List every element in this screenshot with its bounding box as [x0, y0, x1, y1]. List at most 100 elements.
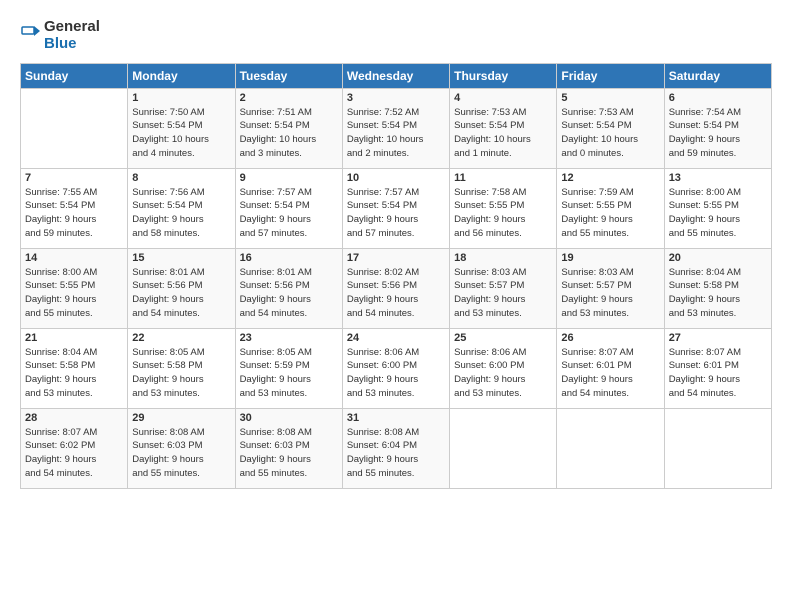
- sunrise-text: Sunrise: 7:53 AM: [561, 106, 659, 120]
- day-number: 4: [454, 92, 552, 104]
- sunrise-text: Sunrise: 8:03 AM: [561, 266, 659, 280]
- day-number: 28: [25, 412, 123, 424]
- sunset-text: Sunset: 5:59 PM: [240, 359, 338, 373]
- day-number: 18: [454, 252, 552, 264]
- logo-icon: [20, 24, 42, 46]
- calendar-cell: 6 Sunrise: 7:54 AMSunset: 5:54 PMDaylight…: [664, 88, 771, 168]
- calendar-cell: 8Sunrise: 7:56 AMSunset: 5:54 PMDaylight…: [128, 168, 235, 248]
- sunrise-text: Sunrise: 7:52 AM: [347, 106, 445, 120]
- cell-content: Sunrise: 8:07 AMSunset: 6:01 PMDaylight:…: [669, 346, 767, 401]
- calendar-cell: 12Sunrise: 7:59 AMSunset: 5:55 PMDayligh…: [557, 168, 664, 248]
- calendar-cell: 5Sunrise: 7:53 AMSunset: 5:54 PMDaylight…: [557, 88, 664, 168]
- cell-content: Sunrise: 8:00 AMSunset: 5:55 PMDaylight:…: [669, 186, 767, 241]
- cell-content: Sunrise: 8:05 AMSunset: 5:58 PMDaylight:…: [132, 346, 230, 401]
- day-number: 5: [561, 92, 659, 104]
- daylight-text: Daylight: 9 hoursand 54 minutes.: [669, 373, 767, 401]
- weekday-header-sunday: Sunday: [21, 63, 128, 88]
- calendar-cell: 3 Sunrise: 7:52 AMSunset: 5:54 PMDaylight…: [342, 88, 449, 168]
- cell-content: Sunrise: 7:53 AMSunset: 5:54 PMDaylight:…: [454, 106, 552, 161]
- day-number: 22: [132, 332, 230, 344]
- calendar-cell: 20 Sunrise: 8:04 AMSunset: 5:58 PMDayligh…: [664, 248, 771, 328]
- page-header: General Blue: [20, 18, 772, 53]
- calendar-cell: 13 Sunrise: 8:00 AMSunset: 5:55 PMDayligh…: [664, 168, 771, 248]
- calendar-cell: 31Sunrise: 8:08 AMSunset: 6:04 PMDayligh…: [342, 408, 449, 488]
- daylight-text: Daylight: 9 hoursand 53 minutes.: [669, 293, 767, 321]
- weekday-header-saturday: Saturday: [664, 63, 771, 88]
- logo: General Blue: [20, 18, 100, 53]
- sunset-text: Sunset: 5:54 PM: [240, 119, 338, 133]
- day-number: 3: [347, 92, 445, 104]
- sunrise-text: Sunrise: 8:07 AM: [669, 346, 767, 360]
- daylight-text: Daylight: 9 hoursand 58 minutes.: [132, 213, 230, 241]
- cell-content: Sunrise: 7:54 AMSunset: 5:54 PMDaylight:…: [669, 106, 767, 161]
- calendar-cell: 29Sunrise: 8:08 AMSunset: 6:03 PMDayligh…: [128, 408, 235, 488]
- cell-content: Sunrise: 8:08 AMSunset: 6:03 PMDaylight:…: [240, 426, 338, 481]
- sunset-text: Sunset: 6:03 PM: [240, 439, 338, 453]
- sunrise-text: Sunrise: 7:58 AM: [454, 186, 552, 200]
- day-number: 24: [347, 332, 445, 344]
- cell-content: Sunrise: 8:04 AMSunset: 5:58 PMDaylight:…: [25, 346, 123, 401]
- day-number: 26: [561, 332, 659, 344]
- sunrise-text: Sunrise: 8:06 AM: [347, 346, 445, 360]
- sunset-text: Sunset: 5:54 PM: [561, 119, 659, 133]
- daylight-text: Daylight: 10 hoursand 1 minute.: [454, 133, 552, 161]
- daylight-text: Daylight: 9 hoursand 57 minutes.: [347, 213, 445, 241]
- day-number: 21: [25, 332, 123, 344]
- day-number: 10: [347, 172, 445, 184]
- cell-content: Sunrise: 8:01 AMSunset: 5:56 PMDaylight:…: [132, 266, 230, 321]
- sunrise-text: Sunrise: 7:51 AM: [240, 106, 338, 120]
- daylight-text: Daylight: 9 hoursand 53 minutes.: [454, 293, 552, 321]
- sunset-text: Sunset: 5:55 PM: [25, 279, 123, 293]
- daylight-text: Daylight: 9 hoursand 55 minutes.: [25, 293, 123, 321]
- weekday-header-friday: Friday: [557, 63, 664, 88]
- sunrise-text: Sunrise: 7:53 AM: [454, 106, 552, 120]
- week-row-1: 1Sunrise: 7:50 AMSunset: 5:54 PMDaylight…: [21, 88, 772, 168]
- cell-content: Sunrise: 8:03 AMSunset: 5:57 PMDaylight:…: [454, 266, 552, 321]
- cell-content: Sunrise: 7:52 AMSunset: 5:54 PMDaylight:…: [347, 106, 445, 161]
- week-row-3: 14Sunrise: 8:00 AMSunset: 5:55 PMDayligh…: [21, 248, 772, 328]
- daylight-text: Daylight: 9 hoursand 55 minutes.: [669, 213, 767, 241]
- daylight-text: Daylight: 9 hoursand 53 minutes.: [240, 373, 338, 401]
- sunset-text: Sunset: 5:54 PM: [132, 199, 230, 213]
- sunrise-text: Sunrise: 8:06 AM: [454, 346, 552, 360]
- sunrise-text: Sunrise: 8:05 AM: [132, 346, 230, 360]
- day-number: 6: [669, 92, 767, 104]
- calendar-cell: 28Sunrise: 8:07 AMSunset: 6:02 PMDayligh…: [21, 408, 128, 488]
- calendar-cell: 30Sunrise: 8:08 AMSunset: 6:03 PMDayligh…: [235, 408, 342, 488]
- sunset-text: Sunset: 5:54 PM: [132, 119, 230, 133]
- cell-content: Sunrise: 8:03 AMSunset: 5:57 PMDaylight:…: [561, 266, 659, 321]
- weekday-header-tuesday: Tuesday: [235, 63, 342, 88]
- logo-text: General Blue: [44, 18, 100, 53]
- day-number: 16: [240, 252, 338, 264]
- day-number: 20: [669, 252, 767, 264]
- calendar-cell: [664, 408, 771, 488]
- cell-content: Sunrise: 8:06 AMSunset: 6:00 PMDaylight:…: [454, 346, 552, 401]
- day-number: 23: [240, 332, 338, 344]
- day-number: 11: [454, 172, 552, 184]
- sunset-text: Sunset: 5:56 PM: [132, 279, 230, 293]
- day-number: 2: [240, 92, 338, 104]
- daylight-text: Daylight: 9 hoursand 54 minutes.: [561, 373, 659, 401]
- daylight-text: Daylight: 10 hoursand 3 minutes.: [240, 133, 338, 161]
- daylight-text: Daylight: 9 hoursand 53 minutes.: [347, 373, 445, 401]
- cell-content: Sunrise: 8:05 AMSunset: 5:59 PMDaylight:…: [240, 346, 338, 401]
- daylight-text: Daylight: 9 hoursand 59 minutes.: [25, 213, 123, 241]
- weekday-header-row: SundayMondayTuesdayWednesdayThursdayFrid…: [21, 63, 772, 88]
- cell-content: Sunrise: 8:00 AMSunset: 5:55 PMDaylight:…: [25, 266, 123, 321]
- calendar-cell: 1Sunrise: 7:50 AMSunset: 5:54 PMDaylight…: [128, 88, 235, 168]
- calendar-cell: [557, 408, 664, 488]
- day-number: 17: [347, 252, 445, 264]
- day-number: 25: [454, 332, 552, 344]
- cell-content: Sunrise: 8:04 AMSunset: 5:58 PMDaylight:…: [669, 266, 767, 321]
- day-number: 13: [669, 172, 767, 184]
- logo-blue: Blue: [44, 35, 100, 52]
- calendar-cell: 14Sunrise: 8:00 AMSunset: 5:55 PMDayligh…: [21, 248, 128, 328]
- sunset-text: Sunset: 5:55 PM: [454, 199, 552, 213]
- daylight-text: Daylight: 9 hoursand 57 minutes.: [240, 213, 338, 241]
- sunset-text: Sunset: 6:02 PM: [25, 439, 123, 453]
- cell-content: Sunrise: 7:58 AMSunset: 5:55 PMDaylight:…: [454, 186, 552, 241]
- sunrise-text: Sunrise: 7:50 AM: [132, 106, 230, 120]
- daylight-text: Daylight: 9 hoursand 53 minutes.: [561, 293, 659, 321]
- sunset-text: Sunset: 5:54 PM: [669, 119, 767, 133]
- daylight-text: Daylight: 9 hoursand 56 minutes.: [454, 213, 552, 241]
